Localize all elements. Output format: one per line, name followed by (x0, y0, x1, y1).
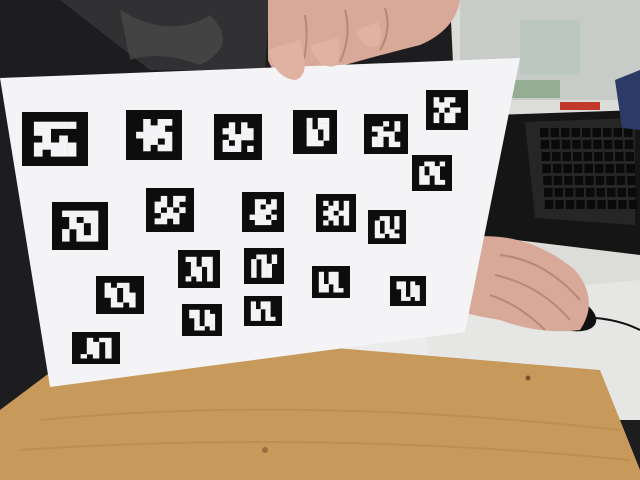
aruco-marker (182, 304, 222, 336)
aruco-marker (412, 155, 452, 191)
desk-box (520, 20, 580, 75)
aruco-marker (426, 90, 468, 130)
laptop-key (594, 164, 604, 173)
aruco-marker (214, 114, 262, 160)
laptop-key (565, 200, 575, 209)
aruco-marker (244, 248, 284, 284)
laptop-key (624, 140, 634, 149)
laptop-key (628, 188, 637, 197)
laptop-key (544, 200, 554, 209)
laptop-key (605, 164, 614, 173)
laptop-key (592, 128, 601, 137)
laptop-key (541, 152, 551, 161)
laptop-key (565, 188, 574, 197)
laptop-key (625, 152, 635, 161)
aruco-marker (178, 250, 220, 288)
laptop-key (555, 200, 564, 209)
laptop-key (544, 188, 553, 197)
aruco-marker (72, 332, 120, 364)
aruco-marker (96, 276, 144, 314)
laptop-key (563, 164, 572, 173)
aruco-marker (368, 210, 406, 244)
laptop-key (597, 200, 606, 209)
laptop-key (614, 140, 623, 149)
desk-item-green (510, 80, 560, 98)
laptop-key (543, 176, 552, 185)
laptop-key (573, 152, 582, 161)
laptop-key (540, 128, 549, 137)
aruco-marker (126, 110, 182, 160)
laptop-key (613, 128, 622, 137)
laptop-key (554, 188, 563, 197)
laptop-key (617, 188, 626, 197)
laptop-key (584, 164, 593, 173)
aruco-marker (52, 202, 108, 250)
laptop-key (552, 152, 561, 161)
aruco-marker (316, 194, 356, 232)
laptop-key (582, 128, 591, 137)
laptop-key (595, 176, 605, 185)
aruco-marker (293, 110, 337, 154)
aruco-marker (244, 296, 282, 326)
photo-scene (0, 0, 640, 480)
laptop-key (564, 176, 573, 185)
laptop-key (607, 188, 616, 197)
laptop-key (624, 128, 633, 137)
laptop-key (540, 140, 550, 149)
laptop-key (552, 164, 562, 173)
laptop-key (615, 152, 624, 161)
laptop-key (603, 140, 613, 149)
laptop-key (576, 200, 585, 209)
wood-knot-2 (262, 447, 268, 453)
laptop-key (593, 140, 602, 149)
laptop-key (561, 140, 571, 149)
laptop-key (562, 152, 572, 161)
laptop-key (618, 200, 627, 209)
desk-item-red (560, 102, 600, 110)
laptop-key (573, 164, 583, 173)
aruco-marker (312, 266, 350, 298)
laptop-key (604, 152, 614, 161)
laptop-key (571, 128, 580, 137)
aruco-marker (22, 112, 88, 166)
laptop-key (603, 128, 612, 137)
laptop-key (616, 176, 626, 185)
laptop-key (606, 176, 615, 185)
laptop-key (594, 152, 603, 161)
laptop-key (575, 188, 584, 197)
laptop-key (583, 152, 593, 161)
laptop-key (551, 140, 560, 149)
laptop-key (596, 188, 605, 197)
laptop-key (550, 128, 559, 137)
laptop-key (586, 188, 595, 197)
laptop-key (626, 164, 635, 173)
laptop-key (582, 140, 592, 149)
aruco-marker (390, 276, 426, 306)
wood-knot (525, 375, 531, 381)
laptop-key (615, 164, 625, 173)
laptop-key (561, 128, 570, 137)
laptop-key (542, 164, 551, 173)
aruco-marker (364, 114, 408, 154)
laptop-key (574, 176, 584, 185)
aruco-marker (242, 192, 284, 232)
aruco-marker (146, 188, 194, 232)
laptop-key (586, 200, 596, 209)
laptop-key (607, 200, 617, 209)
laptop-key (585, 176, 594, 185)
laptop-key (627, 176, 636, 185)
laptop-key (628, 200, 638, 209)
laptop-key (572, 140, 581, 149)
laptop-keys (540, 128, 638, 209)
laptop-key (553, 176, 563, 185)
